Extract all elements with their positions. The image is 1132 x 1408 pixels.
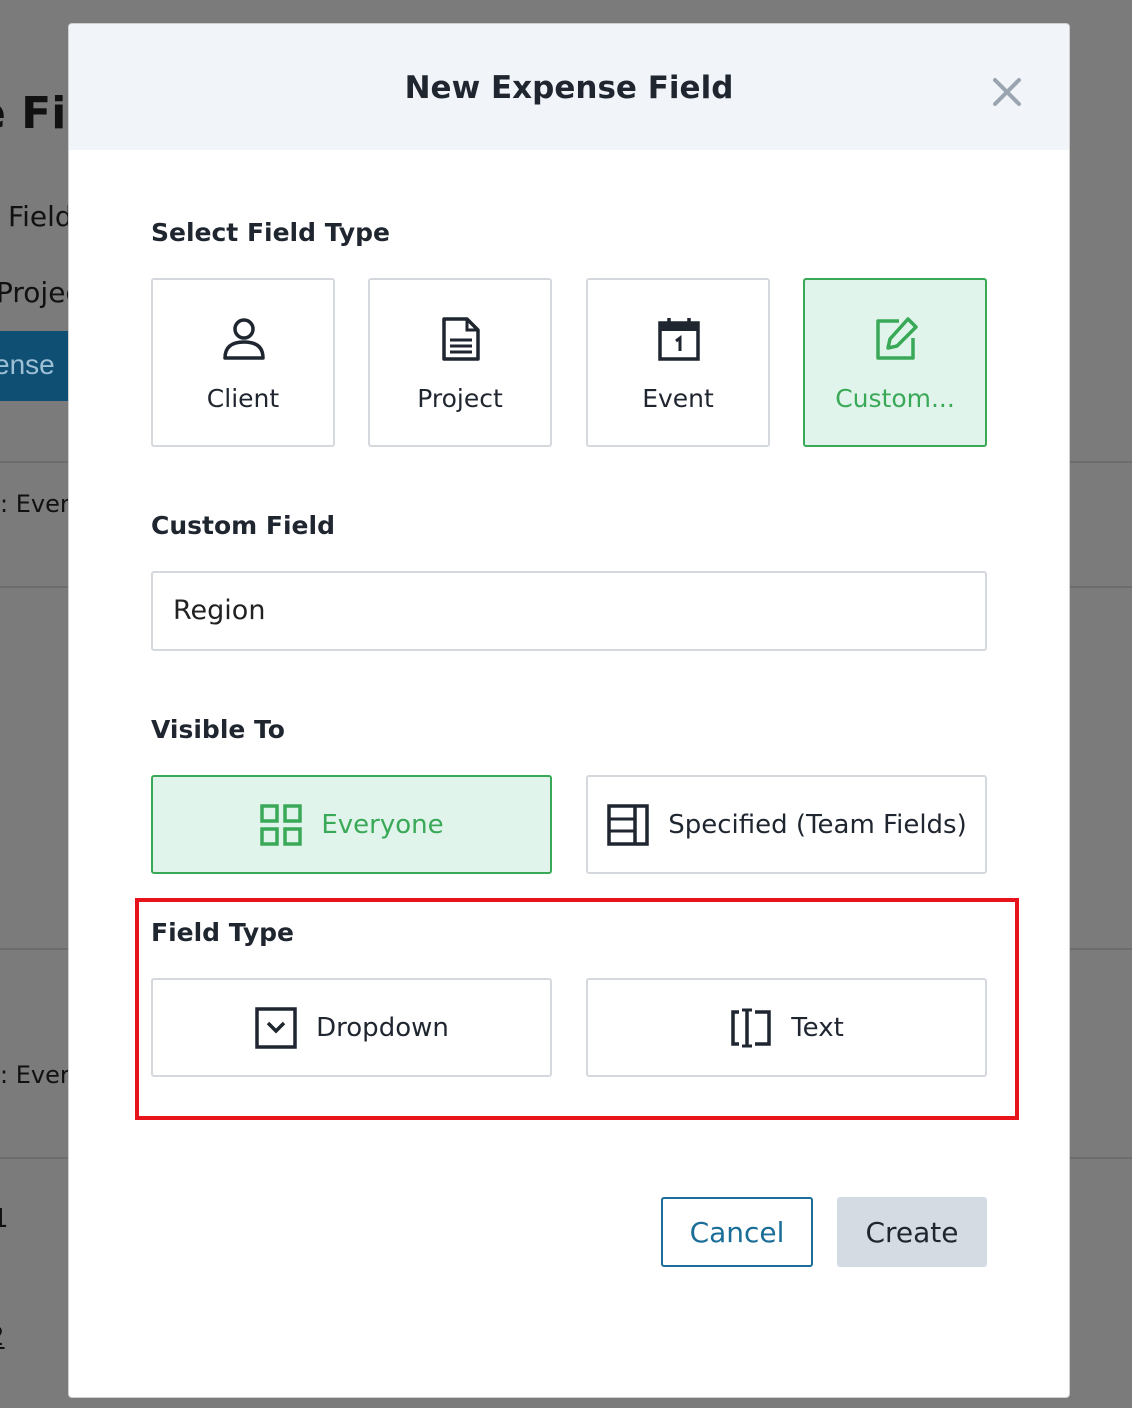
new-expense-field-modal: New Expense Field Select Field Type Clie…: [69, 24, 1069, 1397]
field-type-client[interactable]: Client: [151, 278, 335, 447]
layout-icon: [607, 803, 649, 846]
select-field-type-label: Select Field Type: [151, 218, 390, 247]
close-button[interactable]: [991, 76, 1023, 108]
field-type-event[interactable]: Event: [586, 278, 770, 447]
visible-to-specified-label: Specified (Team Fields): [668, 809, 967, 840]
visible-to-label: Visible To: [151, 715, 285, 744]
background-number: 1: [0, 1204, 9, 1234]
custom-field-label: Custom Field: [151, 511, 335, 540]
visible-to-everyone-button[interactable]: Everyone: [151, 775, 552, 874]
background-button: ense: [0, 331, 70, 401]
visible-to-specified-button[interactable]: Specified (Team Fields): [586, 775, 987, 874]
field-type-custom[interactable]: Custom...: [803, 278, 987, 447]
modal-title: New Expense Field: [404, 70, 734, 106]
field-type-highlight-box: [135, 898, 1019, 1120]
create-button[interactable]: Create: [837, 1197, 987, 1267]
field-type-label: Project: [417, 384, 503, 413]
field-type-project[interactable]: Project: [368, 278, 552, 447]
modal-header: New Expense Field: [69, 24, 1069, 150]
field-type-label: Custom...: [835, 384, 955, 413]
field-type-label: Event: [642, 384, 714, 413]
visible-to-everyone-label: Everyone: [321, 809, 444, 840]
cancel-button[interactable]: Cancel: [661, 1197, 813, 1267]
background-number: 2: [0, 1322, 5, 1352]
field-type-label: Client: [206, 384, 280, 413]
document-icon: [442, 317, 480, 361]
custom-field-input[interactable]: Region: [151, 571, 987, 651]
calendar-icon: [658, 318, 700, 361]
close-icon: [993, 78, 1021, 106]
edit-icon: [876, 317, 918, 360]
background-field-text: Field: [8, 200, 73, 233]
grid-icon: [260, 803, 303, 846]
user-icon: [223, 318, 265, 360]
